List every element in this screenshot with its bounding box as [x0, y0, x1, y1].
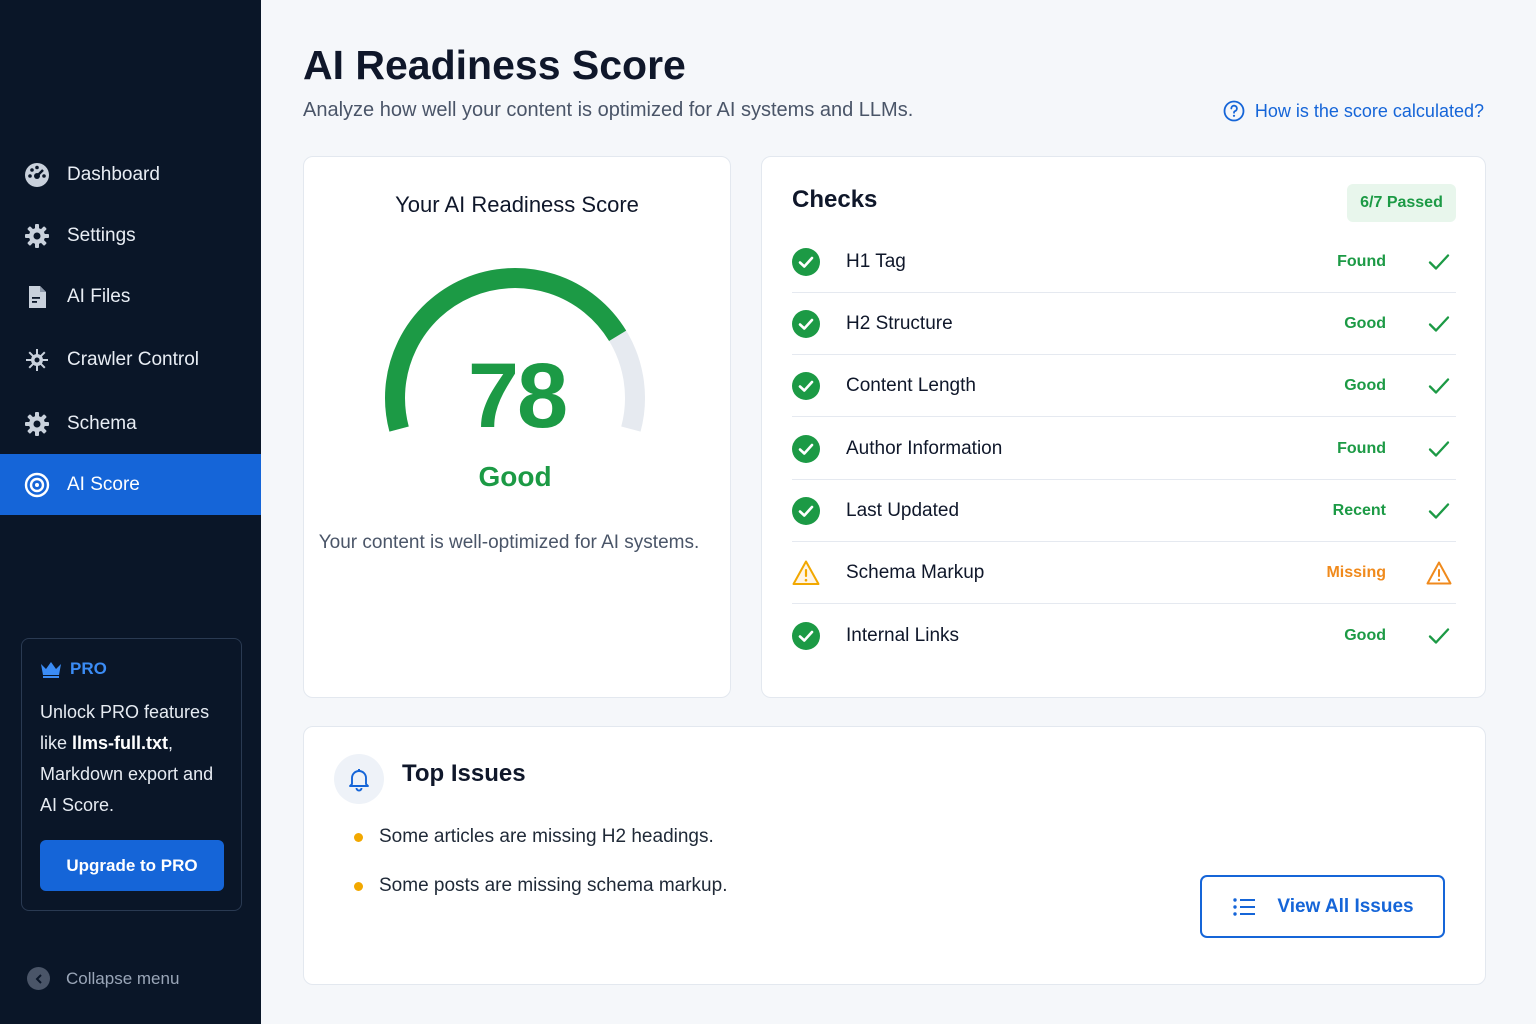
check-status: Good — [1344, 627, 1386, 644]
target-icon — [23, 471, 51, 499]
bell-icon — [334, 754, 384, 804]
page-title: AI Readiness Score — [303, 42, 686, 88]
pro-badge-label: PRO — [70, 659, 107, 678]
sidebar: Dashboard Settings AI Files Crawler Cont… — [0, 0, 261, 1024]
sidebar-item-ai-score[interactable]: AI Score — [0, 454, 261, 515]
checkmark-icon — [1428, 377, 1450, 394]
check-status: Good — [1344, 376, 1386, 394]
bullet-dot — [354, 881, 363, 891]
sidebar-item-schema[interactable]: Schema — [0, 393, 261, 454]
issue-item: Some posts are missing schema markup. — [354, 875, 727, 897]
help-circle-icon — [1223, 100, 1245, 122]
sidebar-item-label: Crawler Control — [67, 349, 199, 370]
check-row: Last Updated Recent — [792, 480, 1456, 542]
check-status: Recent — [1332, 501, 1386, 519]
crown-icon — [41, 662, 61, 678]
score-description: Your content is well-optimized for AI sy… — [318, 532, 700, 553]
sidebar-item-label: Settings — [67, 224, 136, 246]
gear-icon — [23, 222, 51, 250]
checkmark-icon — [1428, 315, 1450, 332]
check-circle-icon — [792, 496, 820, 525]
check-status: Good — [1344, 314, 1386, 332]
view-all-issues-button[interactable]: View All Issues — [1200, 875, 1445, 938]
warning-icon — [1426, 561, 1452, 584]
sidebar-item-label: Schema — [67, 412, 137, 434]
score-value: 78 — [467, 345, 568, 447]
sidebar-item-dashboard[interactable]: Dashboard — [0, 144, 261, 205]
pro-description: Unlock PRO features like llms-full.txt, … — [40, 697, 223, 821]
sidebar-item-label: AI Files — [67, 285, 131, 307]
pro-badge: PRO — [40, 659, 223, 679]
check-name: Internal Links — [846, 625, 960, 646]
bullet-dot — [354, 832, 363, 842]
checkmark-icon — [1428, 628, 1450, 644]
check-name: Schema Markup — [846, 561, 985, 583]
score-card-title: Your AI Readiness Score — [395, 192, 639, 217]
pro-upsell-card: PRO Unlock PRO features like llms-full.t… — [21, 638, 242, 911]
page-subtitle: Analyze how well your content is optimiz… — [303, 99, 914, 121]
sidebar-item-settings[interactable]: Settings — [0, 205, 261, 266]
check-status: Missing — [1326, 563, 1386, 581]
check-name: Author Information — [846, 437, 1003, 459]
checks-title: Checks — [792, 186, 878, 213]
file-icon — [23, 283, 51, 311]
top-issues-title: Top Issues — [402, 760, 526, 787]
checkmark-icon — [1428, 502, 1450, 519]
check-row: Schema Markup Missing — [792, 542, 1456, 604]
checkmark-icon — [1428, 253, 1450, 270]
crawler-icon — [23, 346, 51, 374]
check-circle-icon — [792, 247, 820, 276]
check-row: H2 Structure Good — [792, 293, 1456, 355]
gear-icon — [23, 410, 51, 438]
check-name: H1 Tag — [846, 250, 906, 272]
sidebar-item-label: AI Score — [67, 473, 140, 495]
issue-text: Some posts are missing schema markup. — [379, 875, 728, 896]
check-name: H2 Structure — [846, 312, 953, 334]
dashboard-icon — [23, 161, 51, 189]
checks-passed-badge: 6/7 Passed — [1347, 184, 1456, 222]
pro-text-bold: llms-full.txt — [72, 733, 169, 753]
collapse-menu-label: Collapse menu — [66, 968, 180, 988]
check-row: Author Information Found — [792, 418, 1456, 480]
checkmark-icon — [1428, 440, 1450, 457]
help-link-label: How is the score calculated? — [1254, 100, 1484, 121]
check-status: Found — [1337, 439, 1386, 457]
check-circle-icon — [792, 309, 820, 338]
check-status: Found — [1337, 252, 1386, 270]
check-circle-icon — [792, 371, 820, 400]
score-rating: Good — [478, 461, 552, 492]
check-circle-icon — [792, 622, 820, 650]
warning-icon — [792, 560, 820, 585]
check-name: Last Updated — [846, 499, 960, 521]
upgrade-to-pro-button[interactable]: Upgrade to PRO — [40, 840, 224, 891]
check-row: Internal Links Good — [792, 605, 1456, 667]
check-name: Content Length — [846, 374, 976, 396]
sidebar-item-label: Dashboard — [67, 163, 160, 185]
score-help-link[interactable]: How is the score calculated? — [1223, 100, 1484, 122]
check-row: Content Length Good — [792, 355, 1456, 417]
issue-text: Some articles are missing H2 headings. — [379, 826, 714, 847]
collapse-menu-button[interactable]: Collapse menu — [27, 967, 179, 990]
check-circle-icon — [792, 434, 820, 463]
sidebar-item-crawler-control[interactable]: Crawler Control — [0, 327, 261, 393]
sidebar-nav: Dashboard Settings AI Files Crawler Cont… — [0, 144, 261, 515]
check-row: H1 Tag Found — [792, 231, 1456, 293]
list-icon — [1233, 897, 1256, 916]
chevron-left-icon — [27, 967, 50, 990]
issue-item: Some articles are missing H2 headings. — [354, 826, 714, 848]
view-all-issues-label: View All Issues — [1277, 895, 1414, 917]
sidebar-item-ai-files[interactable]: AI Files — [0, 266, 261, 327]
